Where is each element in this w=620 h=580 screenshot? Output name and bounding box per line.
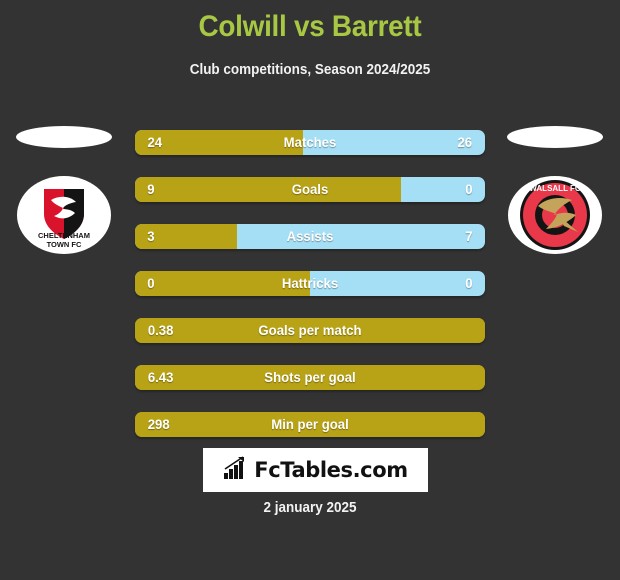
away-stat-value: 0 [465,275,473,291]
home-bar-fill [135,224,237,249]
home-bar-fill [135,412,485,437]
away-stat-value: 7 [465,228,473,244]
stat-row-assists: 3 Assists 7 [135,224,485,249]
away-stat-value: 0 [465,181,473,197]
home-team-crest-wrap: CHELTENHAM TOWN FC [14,118,114,288]
stat-row-goals: 9 Goals 0 [135,177,485,202]
bar-chart-icon [223,455,249,485]
stat-row-hattricks: 0 Hattricks 0 [135,271,485,296]
stat-comparison-page: Colwill vs Barrett Club competitions, Se… [0,0,620,580]
home-bar-fill [135,365,485,390]
home-crest-line1: CHELTENHAM [38,231,90,240]
away-team-crest-wrap: WALSALL FC [505,118,605,288]
stat-row-matches: 24 Matches 26 [135,130,485,155]
stat-row-goals-per-match: 0.38 Goals per match [135,318,485,343]
away-crest-badge-text: WALSALL FC [529,184,581,193]
stat-row-shots-per-goal: 6.43 Shots per goal [135,365,485,390]
home-bar-fill [135,271,310,296]
brand-inner: FcTables.com [223,455,408,485]
stat-bar-list: 24 Matches 26 9 Goals 0 3 Assists 7 0 Ha… [135,130,485,459]
away-crest-highlight-ellipse [507,126,603,148]
home-bar-fill [135,130,303,155]
page-subtitle: Club competitions, Season 2024/2025 [189,62,431,78]
home-crest-line2: TOWN FC [47,240,82,249]
cheltenham-town-fc-crest: CHELTENHAM TOWN FC [17,176,111,254]
walsall-fc-crest: WALSALL FC [508,176,602,254]
home-crest-highlight-ellipse [16,126,112,148]
brand-text: FcTables.com [254,458,408,482]
home-bar-fill [135,177,401,202]
footer-date: 2 january 2025 [263,500,357,516]
home-bar-fill [135,318,485,343]
page-title: Colwill vs Barrett [198,10,422,43]
stat-row-min-per-goal: 298 Min per goal [135,412,485,437]
fctables-brand-logo[interactable]: FcTables.com [203,448,428,492]
away-stat-value: 26 [457,134,473,150]
